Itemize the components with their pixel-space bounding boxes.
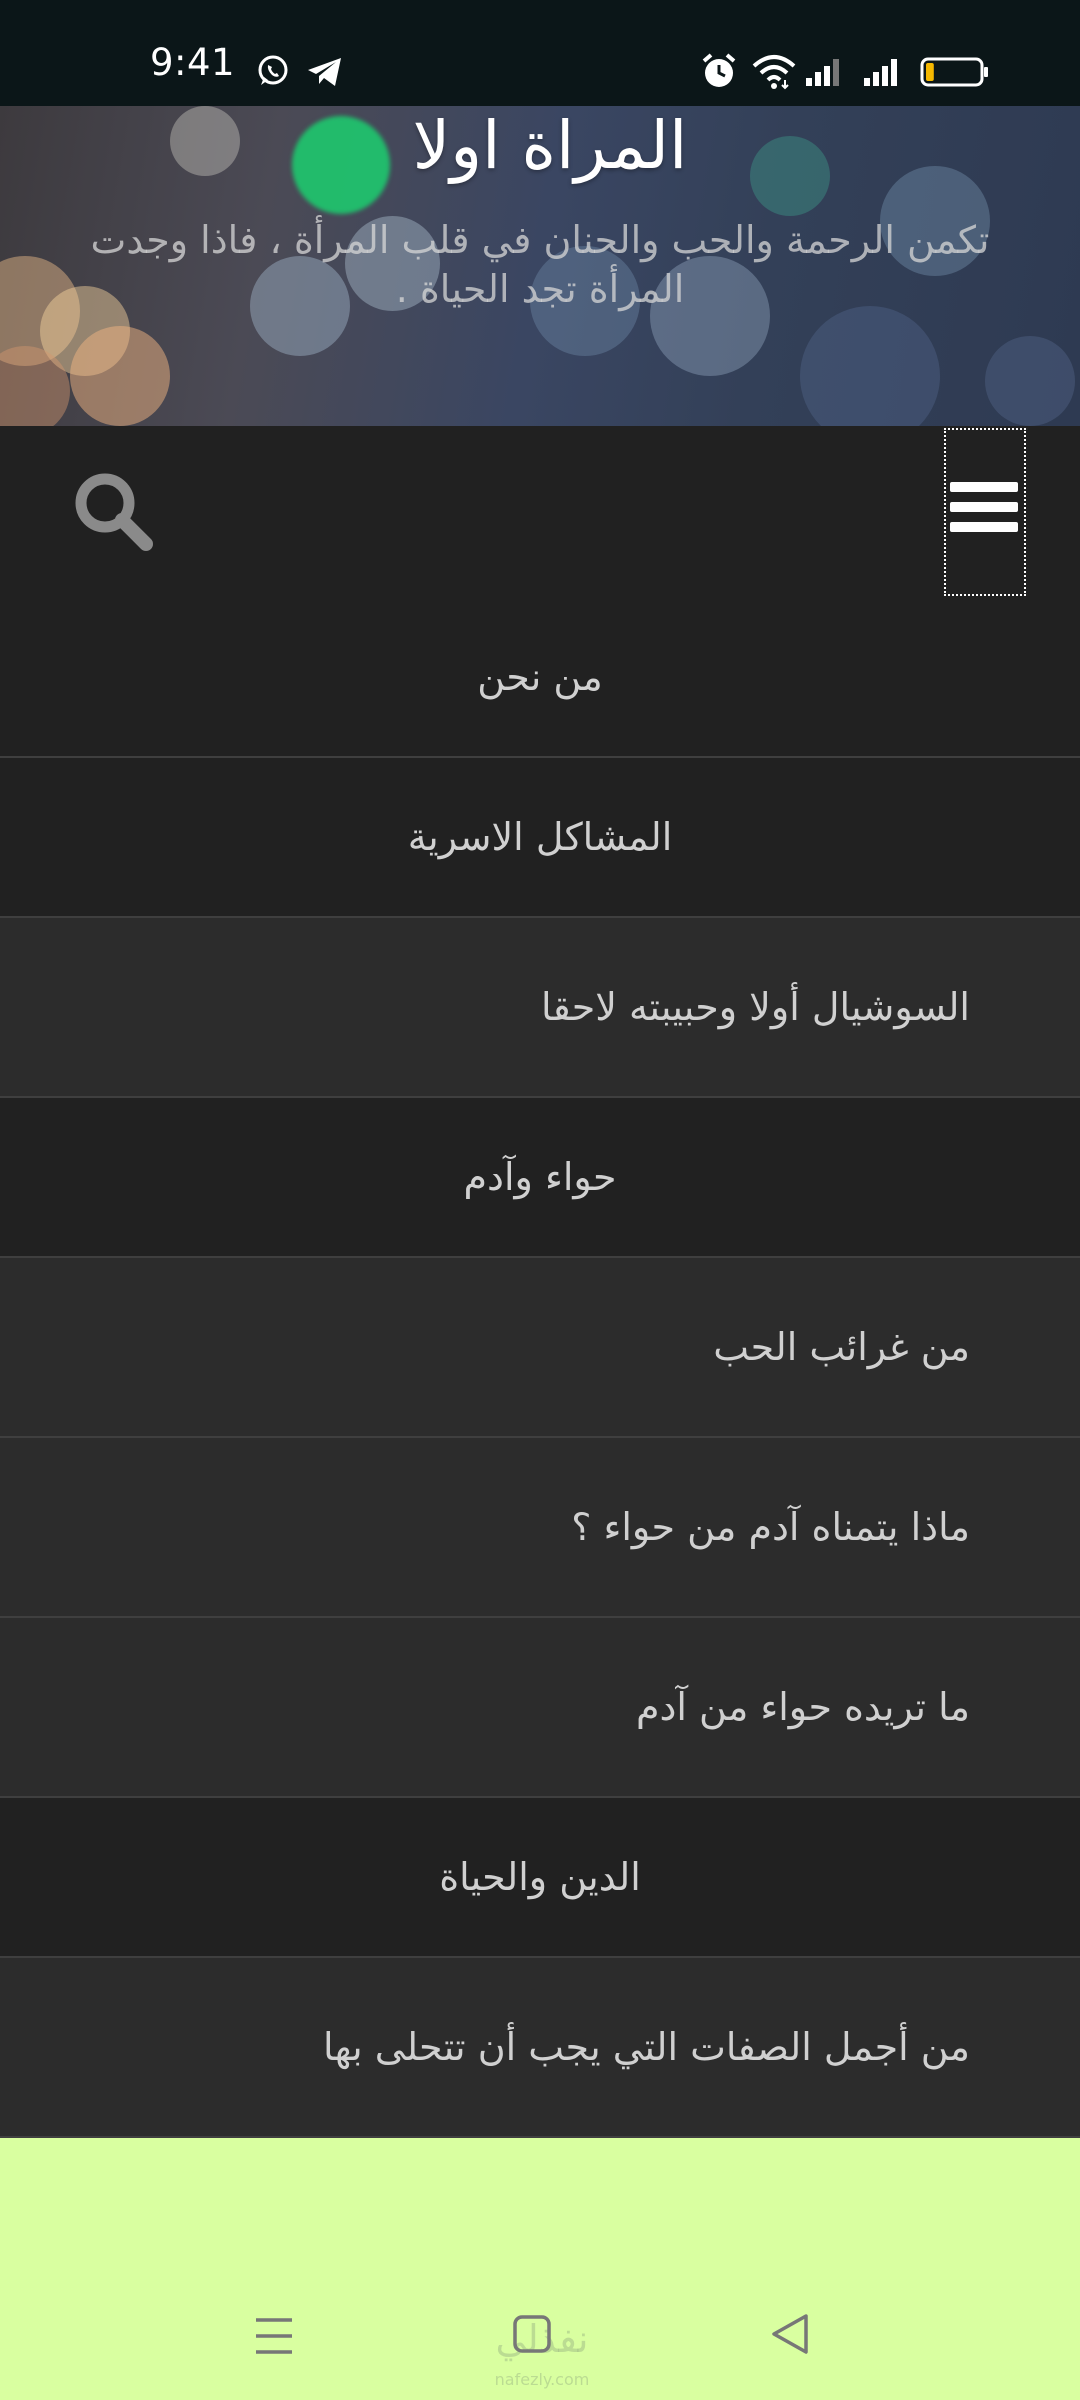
telegram-icon	[308, 58, 341, 86]
home-icon[interactable]	[512, 2314, 552, 2354]
menu-item-religion-and-life[interactable]: الدين والحياة	[0, 1798, 1080, 1958]
alarm-icon	[702, 53, 736, 87]
menu-item-beautiful-qualities[interactable]: من أجمل الصفات التي يجب أن تتحلى بها	[0, 1958, 1080, 2138]
status-bar: 9:41	[0, 0, 1080, 106]
menu-item-social-first[interactable]: السوشيال أولا وحبيبته لاحقا	[0, 918, 1080, 1098]
menu-item-love-oddities[interactable]: من غرائب الحب	[0, 1258, 1080, 1438]
back-icon[interactable]	[768, 2312, 812, 2356]
status-time: 9:41	[150, 41, 236, 84]
whatsapp-icon	[258, 55, 288, 85]
navbar	[0, 426, 1080, 598]
hamburger-menu-icon	[950, 482, 1018, 492]
site-tagline: تكمن الرحمة والحب والحنان في قلب المرأة …	[90, 218, 990, 312]
system-nav-bar: نفذلي nafezly.com	[0, 2150, 1080, 2400]
site-title[interactable]: المراة اولا	[0, 106, 1080, 185]
menu-item-about-us[interactable]: من نحن	[0, 598, 1080, 758]
signal-icon	[806, 59, 839, 86]
signal-icon	[864, 59, 897, 86]
recents-icon[interactable]	[254, 2316, 294, 2356]
battery-icon	[920, 57, 988, 87]
menu-item-eve-and-adam[interactable]: حواء وآدم	[0, 1098, 1080, 1258]
menu-item-adam-wishes[interactable]: ماذا يتمناه آدم من حواء ؟	[0, 1438, 1080, 1618]
site-header: المراة اولا تكمن الرحمة والحب والحنان في…	[0, 106, 1080, 426]
wifi-icon	[752, 55, 796, 90]
menu-item-eve-wants[interactable]: ما تريده حواء من آدم	[0, 1618, 1080, 1798]
menu-item-family-problems[interactable]: المشاكل الاسرية	[0, 758, 1080, 918]
hamburger-menu-button[interactable]	[944, 428, 1026, 596]
nav-menu: من نحن المشاكل الاسرية السوشيال أولا وحب…	[0, 598, 1080, 2138]
watermark-url: nafezly.com	[494, 2370, 590, 2389]
search-icon[interactable]	[72, 470, 156, 554]
